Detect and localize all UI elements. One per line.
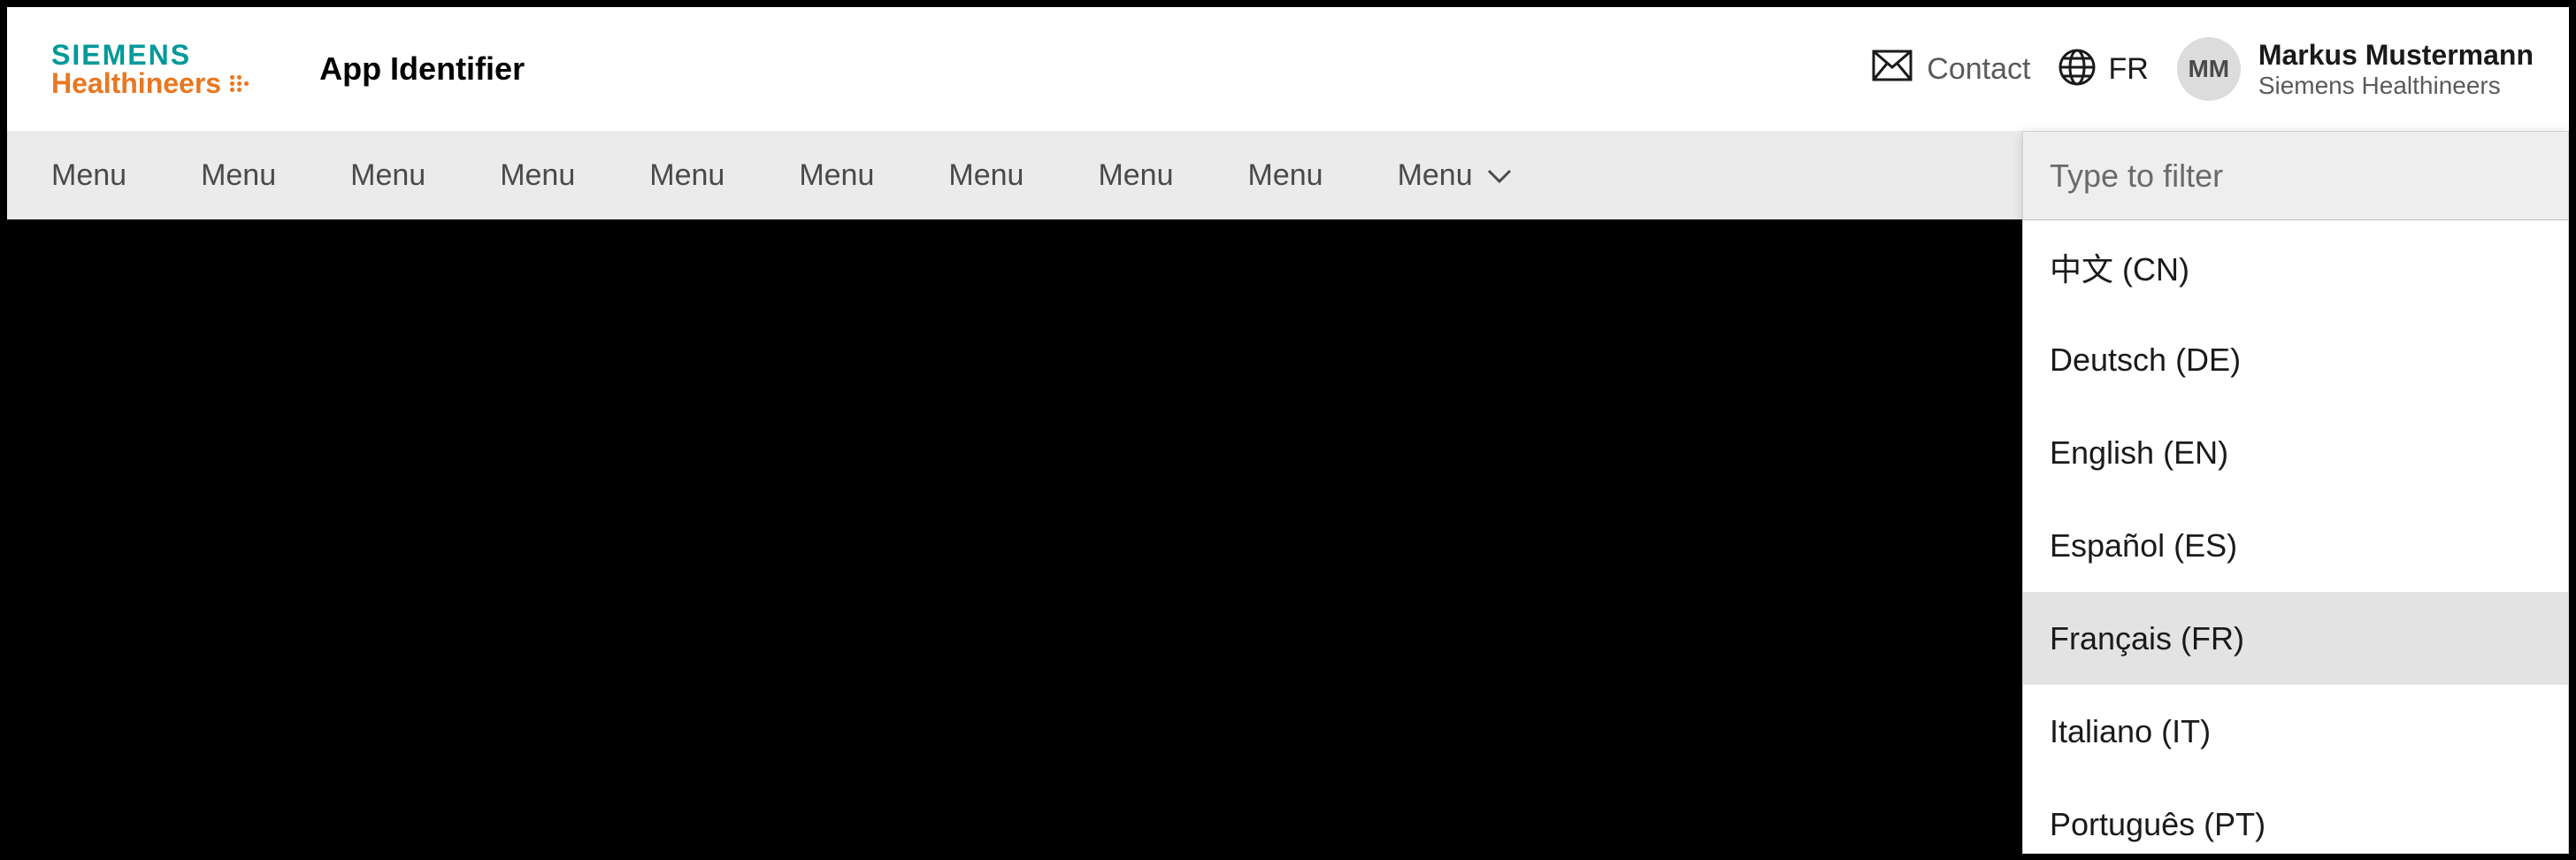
user-info: Markus Mustermann Siemens Healthineers: [2258, 39, 2534, 100]
language-option[interactable]: English (EN): [2023, 406, 2568, 499]
language-option[interactable]: Deutsch (DE): [2023, 313, 2568, 406]
nav-item-0[interactable]: Menu: [51, 158, 126, 193]
nav-item-label: Menu: [500, 158, 575, 193]
contact-link[interactable]: Contact: [1872, 50, 2030, 89]
nav-item-4[interactable]: Menu: [649, 158, 724, 193]
nav-item-1[interactable]: Menu: [201, 158, 276, 193]
nav-item-6[interactable]: Menu: [948, 158, 1024, 193]
language-option[interactable]: Italiano (IT): [2023, 685, 2568, 778]
language-option[interactable]: 中文 (CN): [2023, 220, 2568, 313]
nav-item-label: Menu: [51, 158, 126, 193]
language-option[interactable]: Português (PT): [2023, 778, 2568, 853]
logo-line1: SIEMENS: [51, 41, 249, 69]
nav-item-label: Menu: [350, 158, 426, 193]
language-option[interactable]: Español (ES): [2023, 499, 2568, 592]
nav-item-label: Menu: [948, 158, 1024, 193]
app-frame: SIEMENS Healthineers App Identifier: [7, 7, 2569, 853]
nav-item-2[interactable]: Menu: [350, 158, 426, 193]
language-dropdown: 中文 (CN)Deutsch (DE)English (EN)Español (…: [2022, 131, 2569, 854]
siemens-healthineers-logo[interactable]: SIEMENS Healthineers: [51, 41, 249, 97]
chevron-down-icon: [1487, 158, 1512, 193]
nav-item-label: Menu: [1098, 158, 1173, 193]
header: SIEMENS Healthineers App Identifier: [7, 7, 2569, 131]
logo-line2: Healthineers: [51, 69, 249, 97]
nav-item-8[interactable]: Menu: [1248, 158, 1323, 193]
language-option[interactable]: Français (FR): [2023, 592, 2568, 685]
header-right: Contact FR MM Markus Mustermann: [1872, 37, 2534, 101]
user-org: Siemens Healthineers: [2258, 72, 2534, 100]
language-filter-input[interactable]: [2050, 157, 2542, 195]
user-section[interactable]: MM Markus Mustermann Siemens Healthineer…: [2177, 37, 2534, 101]
nav-item-label: Menu: [1248, 158, 1323, 193]
language-selector[interactable]: FR: [2058, 49, 2148, 90]
language-code: FR: [2108, 52, 2148, 87]
globe-icon: [2058, 49, 2096, 90]
nav-item-label: Menu: [799, 158, 874, 193]
nav-item-label: Menu: [649, 158, 724, 193]
app-identifier: App Identifier: [319, 50, 525, 88]
avatar: MM: [2177, 37, 2241, 101]
nav-item-7[interactable]: Menu: [1098, 158, 1173, 193]
mail-icon: [1872, 50, 1913, 89]
contact-label: Contact: [1927, 52, 2030, 87]
nav-item-label: Menu: [201, 158, 276, 193]
nav-item-5[interactable]: Menu: [799, 158, 874, 193]
nav-item-label: Menu: [1398, 158, 1473, 193]
nav-item-3[interactable]: Menu: [500, 158, 575, 193]
logo-dots-icon: [230, 75, 249, 92]
language-filter-row: [2023, 132, 2568, 220]
header-left: SIEMENS Healthineers App Identifier: [51, 41, 525, 97]
nav-item-9[interactable]: Menu: [1398, 158, 1512, 193]
language-list[interactable]: 中文 (CN)Deutsch (DE)English (EN)Español (…: [2023, 220, 2568, 853]
user-name: Markus Mustermann: [2258, 39, 2534, 72]
